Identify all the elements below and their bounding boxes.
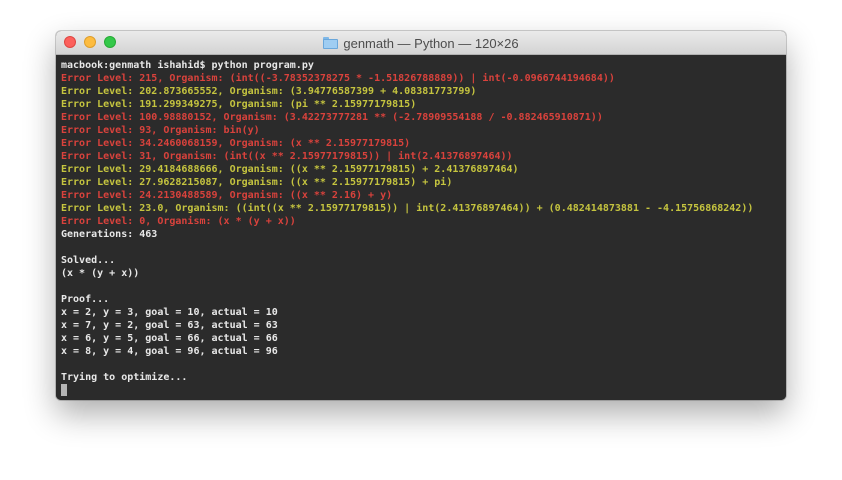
error-level-line: Error Level: 23.0, Organism: ((int((x **… [61, 203, 754, 214]
title-bar[interactable]: genmath — Python — 120×26 [56, 31, 786, 55]
proof-header: Proof... [61, 294, 110, 305]
proof-line: x = 2, y = 3, goal = 10, actual = 10 [61, 307, 278, 318]
text-cursor [61, 384, 67, 396]
error-level-line: Error Level: 93, Organism: bin(y) [61, 125, 260, 136]
proof-line: x = 8, y = 4, goal = 96, actual = 96 [61, 346, 278, 357]
terminal-window: genmath — Python — 120×26 macbook:genmat… [56, 31, 786, 400]
error-level-line: Error Level: 202.873665552, Organism: (3… [61, 86, 477, 97]
error-level-line: Error Level: 31, Organism: (int((x ** 2.… [61, 151, 513, 162]
error-level-line: Error Level: 27.9628215087, Organism: ((… [61, 177, 453, 188]
solved-expression: (x * (y + x)) [61, 268, 140, 279]
proof-line: x = 6, y = 5, goal = 66, actual = 66 [61, 333, 278, 344]
error-level-line: Error Level: 29.4184688666, Organism: ((… [61, 164, 519, 175]
status-message: Trying to optimize... [61, 372, 188, 383]
generations-count: Generations: 463 [61, 229, 158, 240]
error-level-line: Error Level: 100.98880152, Organism: (3.… [61, 112, 603, 123]
error-level-list: Error Level: 215, Organism: (int((-3.783… [61, 72, 786, 228]
proof-list: x = 2, y = 3, goal = 10, actual = 10 x = … [61, 306, 786, 358]
command-prompt: macbook:genmath ishahid$ python program.… [61, 60, 314, 71]
error-level-line: Error Level: 34.2460068159, Organism: (x… [61, 138, 411, 149]
terminal-output[interactable]: macbook:genmath ishahid$ python program.… [56, 55, 786, 400]
error-level-line: Error Level: 0, Organism: (x * (y + x)) [61, 216, 296, 227]
solved-header: Solved... [61, 255, 116, 266]
window-title-container: genmath — Python — 120×26 [56, 31, 786, 55]
cursor-line [61, 384, 786, 397]
folder-icon [323, 37, 339, 49]
window-title: genmath — Python — 120×26 [343, 35, 519, 51]
proof-line: x = 7, y = 2, goal = 63, actual = 63 [61, 320, 278, 331]
error-level-line: Error Level: 24.2130488589, Organism: ((… [61, 190, 393, 201]
error-level-line: Error Level: 215, Organism: (int((-3.783… [61, 73, 615, 84]
error-level-line: Error Level: 191.299349275, Organism: (p… [61, 99, 417, 110]
